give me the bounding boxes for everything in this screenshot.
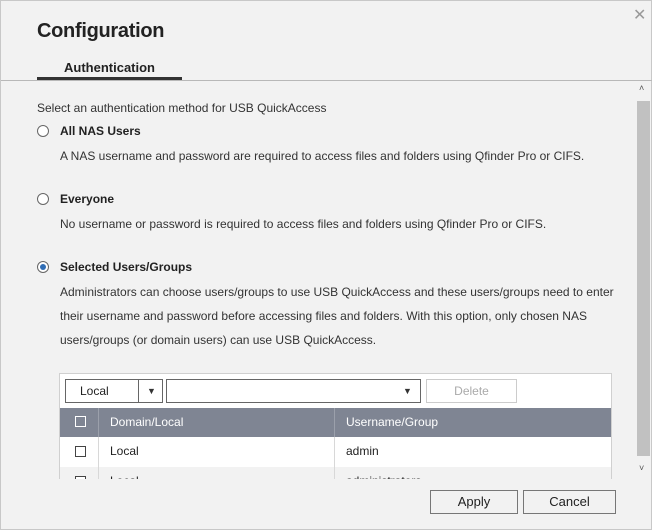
option-description: A NAS username and password are required… bbox=[60, 149, 585, 163]
row-domain: Local bbox=[110, 444, 139, 458]
option-description: Administrators can choose users/groups t… bbox=[60, 285, 614, 347]
close-icon[interactable]: ✕ bbox=[633, 5, 646, 25]
domain-select-value: Local bbox=[80, 384, 109, 398]
table-row[interactable]: Local administrators bbox=[60, 467, 611, 479]
table-header: Domain/Local Username/Group bbox=[60, 408, 611, 437]
row-user: administrators bbox=[346, 467, 421, 479]
radio-button[interactable] bbox=[37, 125, 49, 137]
apply-button[interactable]: Apply bbox=[430, 490, 518, 514]
row-user: admin bbox=[346, 444, 379, 458]
option-label: All NAS Users bbox=[60, 124, 141, 138]
row-domain: Local bbox=[110, 467, 139, 479]
option-description: No username or password is required to a… bbox=[60, 217, 547, 231]
tab-authentication[interactable]: Authentication bbox=[37, 60, 182, 80]
users-table: Local ▼ ▼ Delete Domain/Local Username/G… bbox=[59, 373, 612, 479]
option-label: Everyone bbox=[60, 192, 115, 206]
domain-select[interactable]: Local ▼ bbox=[65, 379, 163, 403]
intro-text: Select an authentication method for USB … bbox=[37, 101, 327, 115]
chevron-down-icon: ▼ bbox=[147, 386, 156, 396]
cancel-button[interactable]: Cancel bbox=[523, 490, 616, 514]
column-header-username[interactable]: Username/Group bbox=[346, 408, 438, 437]
content-area: Select an authentication method for USB … bbox=[1, 81, 635, 479]
chevron-down-icon: ▼ bbox=[403, 386, 412, 396]
delete-button[interactable]: Delete bbox=[426, 379, 517, 403]
option-label: Selected Users/Groups bbox=[60, 260, 193, 274]
user-select[interactable]: ▼ bbox=[166, 379, 421, 403]
scrollbar-thumb[interactable] bbox=[637, 101, 650, 456]
scrollbar[interactable]: ˄ ˅ bbox=[635, 81, 652, 479]
row-checkbox[interactable] bbox=[75, 476, 86, 479]
scroll-up-icon[interactable]: ˄ bbox=[639, 83, 644, 93]
radio-button[interactable] bbox=[37, 193, 49, 205]
radio-button[interactable] bbox=[37, 261, 49, 273]
scroll-down-icon[interactable]: ˅ bbox=[639, 463, 644, 473]
column-header-domain[interactable]: Domain/Local bbox=[110, 408, 183, 437]
table-row[interactable]: Local admin bbox=[60, 437, 611, 467]
dialog-title: Configuration bbox=[37, 20, 165, 42]
row-checkbox[interactable] bbox=[75, 446, 86, 457]
select-all-checkbox[interactable] bbox=[75, 416, 86, 427]
